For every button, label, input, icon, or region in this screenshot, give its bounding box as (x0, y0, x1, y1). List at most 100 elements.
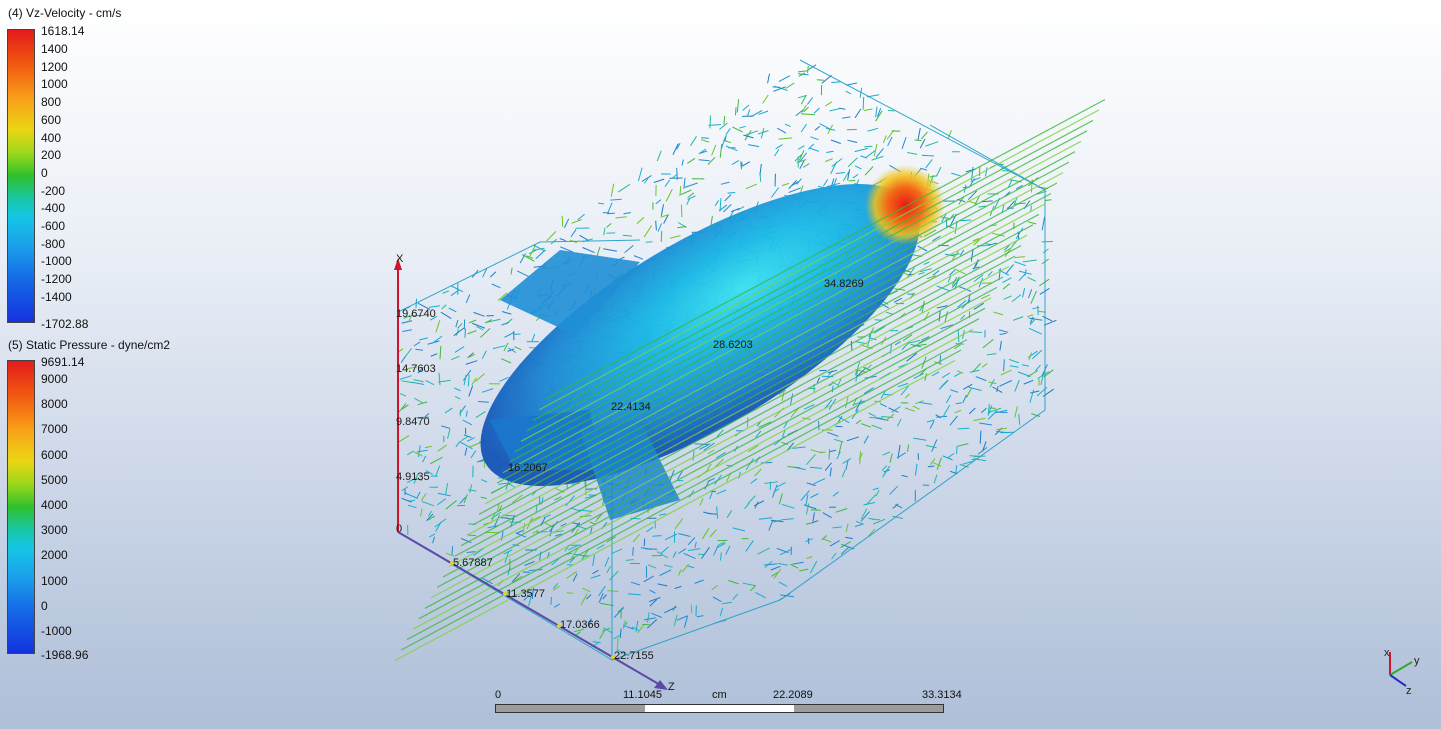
vector-arrow (945, 394, 952, 403)
vector-arrow (674, 585, 682, 589)
vector-arrow (678, 533, 691, 537)
vector-arrow (723, 204, 732, 213)
vector-arrow (599, 630, 605, 640)
vector-arrow (646, 526, 654, 533)
vector-arrow (841, 469, 846, 478)
vector-arrow (879, 403, 887, 408)
vector-arrow (707, 512, 717, 515)
vector-arrow (954, 409, 962, 414)
vector-arrow (832, 526, 842, 529)
orientation-triad-icon[interactable]: x y z (1384, 647, 1420, 697)
vector-arrow (606, 223, 612, 228)
vector-arrow (921, 154, 935, 157)
vector-arrow (419, 337, 428, 341)
vector-arrow (597, 202, 605, 205)
vector-arrow (764, 563, 778, 566)
vector-arrow (931, 439, 938, 452)
vector-arrow (1044, 199, 1052, 201)
vector-arrow (460, 435, 469, 442)
vector-arrow (832, 491, 840, 497)
vector-arrow (999, 340, 1002, 351)
vector-arrow (842, 116, 851, 119)
vector-arrow (871, 155, 884, 161)
vector-arrow (404, 492, 418, 499)
vector-arrow (999, 380, 1013, 387)
z-tick-3: 17.0366 (560, 619, 600, 631)
vector-arrow (809, 147, 819, 152)
vector-arrow (1000, 431, 1014, 434)
simulation-viewport[interactable]: 34.8269 28.6203 22.4134 16.2067 X 19.674… (0, 0, 1441, 729)
vector-arrow (955, 465, 958, 474)
x-tick-1: 19.6740 (396, 308, 436, 320)
vector-arrow (664, 533, 678, 541)
vector-arrow (1011, 294, 1022, 303)
vector-arrow (938, 310, 941, 322)
vector-arrow (699, 498, 704, 506)
vector-arrow (852, 173, 859, 179)
vector-arrow (681, 159, 684, 166)
vector-arrow (454, 346, 465, 353)
vector-arrow (399, 393, 407, 397)
vector-arrow (416, 449, 428, 453)
vector-arrow (759, 171, 762, 182)
vector-arrow (712, 596, 722, 603)
vector-arrow (448, 307, 457, 313)
vector-arrow (565, 495, 576, 507)
vector-arrow (904, 393, 910, 399)
vector-arrow (720, 136, 727, 149)
vector-arrow (874, 319, 882, 321)
vector-arrow (492, 345, 506, 350)
vector-arrow (901, 136, 907, 149)
vector-arrow (854, 108, 862, 119)
vector-arrow (813, 478, 826, 485)
vector-arrow (462, 419, 473, 426)
scale-segment-1 (496, 705, 645, 712)
vector-arrow (836, 451, 841, 460)
vector-arrow (679, 186, 682, 195)
vector-arrow (770, 187, 780, 198)
vector-arrow (953, 372, 962, 378)
vector-arrow (630, 581, 641, 586)
vector-arrow (444, 407, 453, 414)
vector-arrow (665, 188, 673, 202)
vector-arrow (800, 490, 810, 501)
vector-arrow (745, 130, 758, 136)
vector-arrow (962, 394, 967, 404)
vector-arrow (622, 234, 632, 237)
vector-arrow (863, 502, 876, 506)
vector-arrow (489, 271, 497, 278)
triad-z-label: z (1406, 685, 1412, 697)
vector-arrow (432, 536, 435, 544)
vector-arrow (773, 488, 780, 493)
vector-arrow (491, 283, 501, 289)
vector-arrow (742, 582, 756, 587)
vector-arrow (727, 192, 736, 194)
vector-arrow (711, 144, 717, 156)
vector-arrow (1023, 379, 1034, 385)
vector-arrow (457, 323, 463, 329)
vector-arrow (822, 179, 829, 187)
vector-arrow (690, 604, 693, 614)
vector-arrow (831, 385, 834, 393)
vector-arrow (398, 403, 407, 413)
vector-arrow (799, 568, 809, 572)
vector-arrow (939, 355, 942, 365)
z-axis-name: Z (668, 681, 675, 693)
vector-arrow (942, 455, 953, 461)
vector-arrow (986, 353, 997, 356)
vector-arrow (553, 603, 560, 608)
vector-arrow (938, 380, 949, 390)
vector-arrow (1030, 290, 1037, 304)
vector-arrow (907, 444, 909, 452)
vector-arrow (887, 109, 895, 112)
vector-arrow (550, 596, 552, 605)
vector-arrow (886, 129, 895, 140)
vector-arrow (454, 387, 461, 392)
vector-arrow (1022, 287, 1026, 298)
vector-arrow (933, 474, 938, 484)
vector-arrow (744, 502, 750, 510)
x-tick-2: 14.7603 (396, 363, 436, 375)
vector-arrow (828, 449, 831, 460)
vector-arrow (861, 423, 872, 428)
vector-arrow (768, 520, 774, 531)
